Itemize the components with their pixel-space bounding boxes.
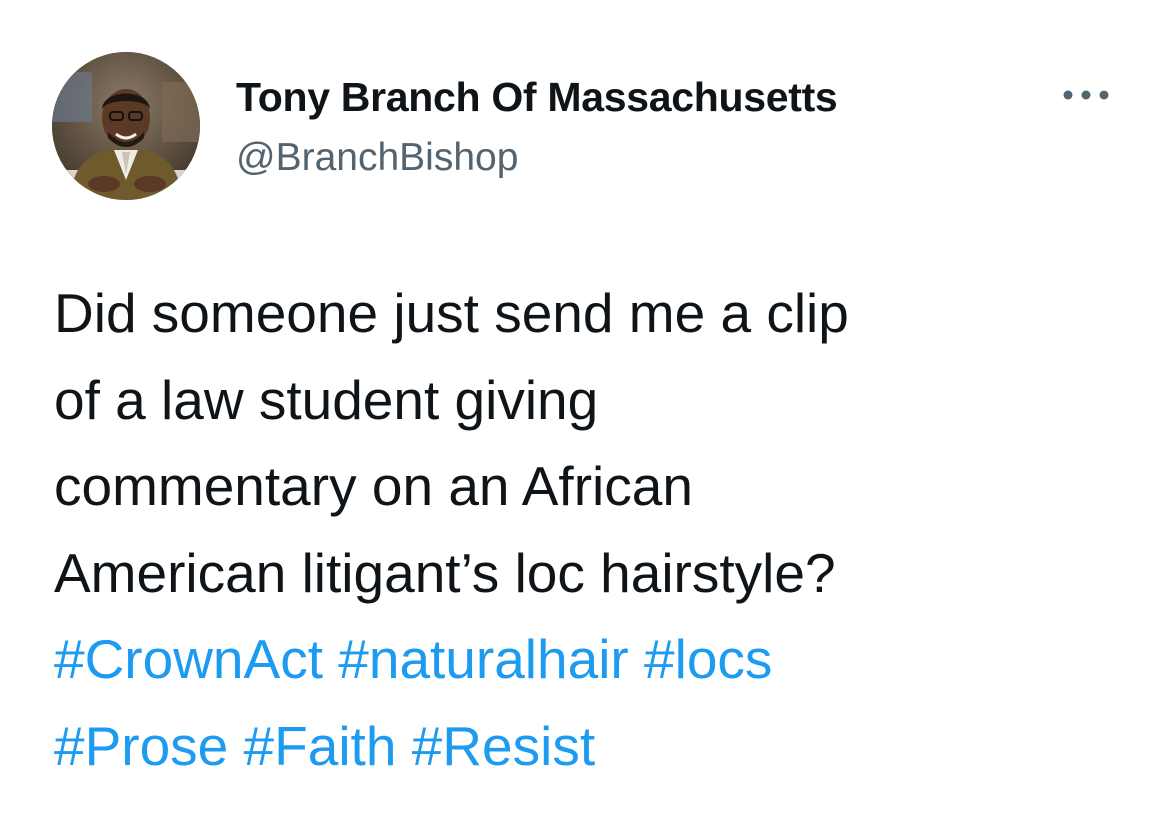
avatar[interactable] [52, 52, 200, 200]
tweet-text: Did someone just send me a clip of a law… [54, 270, 1144, 789]
tweet-text-line: commentary on an African [54, 455, 693, 517]
hashtag-crownact[interactable]: #CrownAct [54, 628, 323, 690]
tweet-text-line: of a law student giving [54, 368, 599, 431]
hashtag-resist[interactable]: #Resist [412, 715, 595, 777]
hashtag-faith[interactable]: #Faith [244, 715, 397, 777]
tweet-text-line: Did someone just send me a clip [54, 282, 849, 344]
tweet-card: Tony Branch Of Massachusetts @BranchBish… [0, 0, 1170, 814]
hashtag-line: #Prose #Faith #Resist [54, 703, 1144, 790]
hashtag-locs[interactable]: #locs [644, 628, 772, 690]
more-options-button[interactable] [1056, 80, 1116, 110]
hashtag-prose[interactable]: #Prose [54, 715, 228, 777]
more-horizontal-icon [1063, 90, 1109, 100]
hashtag-naturalhair[interactable]: #naturalhair [338, 628, 628, 690]
hashtag-line: #CrownAct #naturalhair #locs [54, 616, 1144, 703]
author-display-name[interactable]: Tony Branch Of Massachusetts [236, 74, 838, 121]
author-handle[interactable]: @BranchBishop [236, 136, 518, 180]
profile-photo-icon [52, 52, 200, 200]
tweet-text-line: American litigant’s loc hairstyle? [54, 541, 836, 604]
